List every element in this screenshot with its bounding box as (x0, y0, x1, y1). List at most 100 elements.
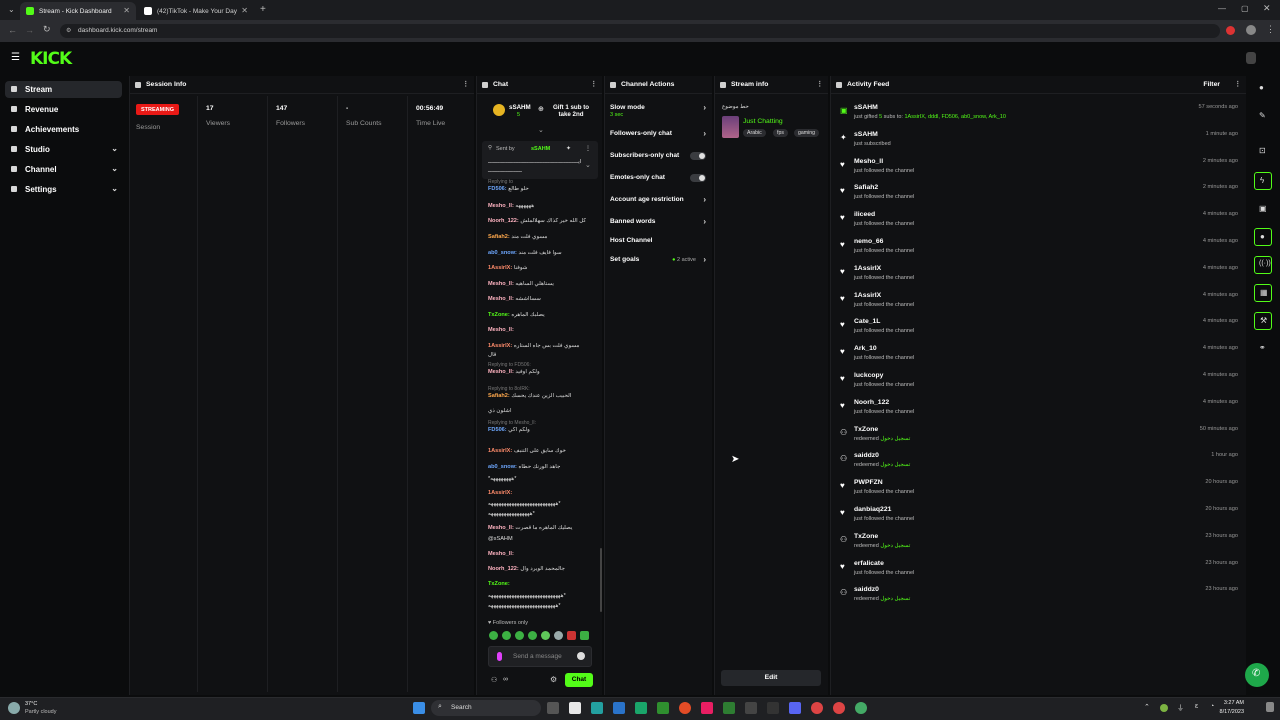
app-icon[interactable] (745, 702, 757, 714)
chat-scrollbar[interactable] (600, 548, 602, 612)
activity-username[interactable]: 1AssirIX (854, 265, 881, 272)
tab-search-icon[interactable]: ⌄ (8, 5, 15, 14)
notification-icon[interactable] (1266, 702, 1274, 712)
activity-item[interactable]: ♥ nemo_66 just followed the channel 4 minut… (840, 238, 1240, 264)
chat-message[interactable]: ab0_snow: جاهد الورنك حطاه (488, 464, 596, 471)
xbox-icon[interactable] (591, 702, 603, 714)
chat-message[interactable]: 1AssirIX: شوفنا (488, 265, 596, 272)
tiktok-icon[interactable] (701, 702, 713, 714)
chat-message[interactable]: 1AssirIX: خوك سايق على التنبف (488, 448, 596, 455)
activity-item[interactable]: ▣ sSAHM just gifted 5 subs to: 1AssirIX, d… (840, 104, 1240, 130)
activity-username[interactable]: Safiah2 (854, 184, 878, 191)
chat-username[interactable]: 1AssirIX (488, 343, 510, 349)
chat-username[interactable]: FD506 (488, 427, 505, 433)
action-followers-only[interactable]: Followers-only chat › (610, 129, 706, 138)
activity-item[interactable]: ♥ Noorh_122 just followed the channel 4 min… (840, 399, 1240, 425)
chat-message[interactable]: @sSAHM (488, 536, 596, 543)
chat-message[interactable]: Mesho_lI: (488, 551, 596, 558)
chat-username[interactable]: Mesho_lI (488, 203, 512, 209)
chrome-alt-icon[interactable] (811, 702, 823, 714)
unpin-icon[interactable]: ✦ (566, 145, 571, 152)
sidebar-item-settings[interactable]: Settings ⌄ (5, 181, 122, 198)
quick-action-tools[interactable]: ⚒ (1254, 312, 1272, 330)
mic-tray-icon[interactable]: ⏚ (1177, 703, 1184, 713)
new-tab-icon[interactable]: + (260, 4, 266, 15)
chat-username[interactable]: Noorh_122 (488, 218, 517, 224)
sidebar-item-channel[interactable]: Channel ⌄ (5, 161, 122, 178)
activity-item[interactable]: ♥ erfalicate just followed the channel 23 h… (840, 560, 1240, 586)
chat-username[interactable]: Safiah2 (488, 393, 508, 399)
chat-message[interactable]: Mesho_lI: ههههههه (488, 203, 596, 210)
activity-username[interactable]: TxZone (854, 426, 878, 433)
chat-message[interactable]: Noorh_122: جالمحمد الويرد وال (488, 566, 596, 573)
minimize-icon[interactable]: — (1218, 4, 1226, 13)
quick-action-lightning[interactable]: ϟ (1254, 172, 1272, 190)
discord-icon[interactable] (789, 702, 801, 714)
chat-message[interactable]: اشلون ذي (488, 408, 596, 415)
send-chat-button[interactable]: Chat (565, 673, 593, 687)
activity-item[interactable]: ♥ iliceed just followed the channel 4 minut… (840, 211, 1240, 237)
chat-username[interactable]: FD506 (488, 186, 505, 192)
chat-username[interactable]: Mesho_lI (488, 551, 512, 557)
chat-username[interactable]: TxZone (488, 312, 508, 318)
chat-username[interactable]: Noorh_122 (488, 566, 517, 572)
weather-icon[interactable] (8, 702, 20, 714)
app-icon[interactable] (635, 702, 647, 714)
taskbar-search[interactable]: ⌕ Search (431, 700, 541, 716)
chat-users-icon[interactable]: ⚇ (491, 676, 497, 684)
filter-button[interactable]: Filter (1203, 81, 1220, 88)
action-banned-words[interactable]: Banned words › (610, 217, 706, 226)
chat-username[interactable]: Safiah2 (488, 234, 508, 240)
share-icon[interactable]: ⚭ (1259, 343, 1266, 352)
chat-message[interactable]: FD506: ولكم اكي (488, 427, 596, 434)
language-icon[interactable]: ε (1195, 703, 1198, 710)
emotes-only-toggle[interactable] (690, 174, 706, 182)
activity-item[interactable]: ⚇ TxZone redeemed تسجيل دخول 23 hours ago (840, 533, 1240, 559)
subscribers-only-toggle[interactable] (690, 152, 706, 160)
activity-item[interactable]: ♥ Safiah2 just followed the channel 2 minut… (840, 184, 1240, 210)
chat-message[interactable]: ههههههههههههههههههههههههههه* (488, 603, 596, 610)
activity-item[interactable]: ⚇ saiddz0 redeemed تسجيل دخول 1 hour ago (840, 452, 1240, 478)
maximize-icon[interactable]: ▢ (1241, 4, 1249, 13)
panel-menu-icon[interactable]: ⋮ (590, 80, 597, 88)
task-view-icon[interactable] (547, 702, 559, 714)
chat-message[interactable]: ههههههههههههههههه* (488, 511, 596, 518)
emote-icon[interactable] (528, 631, 537, 640)
sidebar-item-stream[interactable]: Stream (5, 81, 122, 98)
panel-menu-icon[interactable]: ⋮ (462, 80, 469, 88)
tray-app-icon[interactable] (1160, 704, 1168, 712)
activity-username[interactable]: erfalicate (854, 560, 884, 567)
activity-username[interactable]: sSAHM (854, 104, 878, 111)
clock-time[interactable]: 3:27 AM (1222, 700, 1244, 706)
activity-username[interactable]: TxZone (854, 533, 878, 540)
chat-message[interactable]: قال (488, 352, 596, 359)
activity-item[interactable]: ♥ 1AssirIX just followed the channel 4 minu… (840, 292, 1240, 318)
close-tab-icon[interactable]: ✕ (123, 6, 130, 15)
action-host-channel[interactable]: Host Channel (610, 237, 706, 244)
activity-item[interactable]: ♥ 1AssirIX just followed the channel 4 minu… (840, 265, 1240, 291)
activity-item[interactable]: ✦ sSAHM just subscribed 1 minute ago (840, 131, 1240, 157)
activity-username[interactable]: luckcopy (854, 372, 883, 379)
sidebar-item-achievements[interactable]: Achievements (5, 121, 122, 138)
chrome-icon[interactable] (679, 702, 691, 714)
clip-icon[interactable]: ⊡ (1259, 146, 1266, 155)
tray-chevron-icon[interactable]: ⌃ (1144, 703, 1150, 711)
chat-username[interactable]: Mesho_lI (488, 281, 512, 287)
kick-logo[interactable]: KICK (30, 49, 72, 69)
activity-username[interactable]: iliceed (854, 211, 875, 218)
close-window-icon[interactable]: ✕ (1263, 3, 1271, 14)
emoji-icon[interactable] (577, 652, 585, 660)
edit-stream-info-button[interactable]: Edit (721, 670, 821, 686)
forward-icon[interactable]: → (25, 25, 34, 35)
activity-item[interactable]: ⚇ saiddz0 redeemed تسجيل دخول 23 hours ago (840, 586, 1240, 612)
chat-message[interactable]: 1AssirIX: (488, 490, 596, 497)
edge-icon[interactable] (855, 702, 867, 714)
expand-chevron-icon[interactable]: ⌄ (585, 161, 591, 169)
quick-action-grid[interactable]: ▦ (1254, 284, 1272, 302)
browser-menu-icon[interactable]: ⋮ (1266, 24, 1275, 35)
activity-item[interactable]: ⚇ TxZone redeemed تسجيل دخول 50 minutes ago (840, 426, 1240, 452)
extension-icon[interactable] (1226, 26, 1235, 35)
profile-avatar[interactable] (1246, 25, 1256, 35)
chat-username[interactable]: Mesho_lI (488, 327, 512, 333)
action-set-goals[interactable]: Set goals ● 2 active › (610, 255, 706, 264)
